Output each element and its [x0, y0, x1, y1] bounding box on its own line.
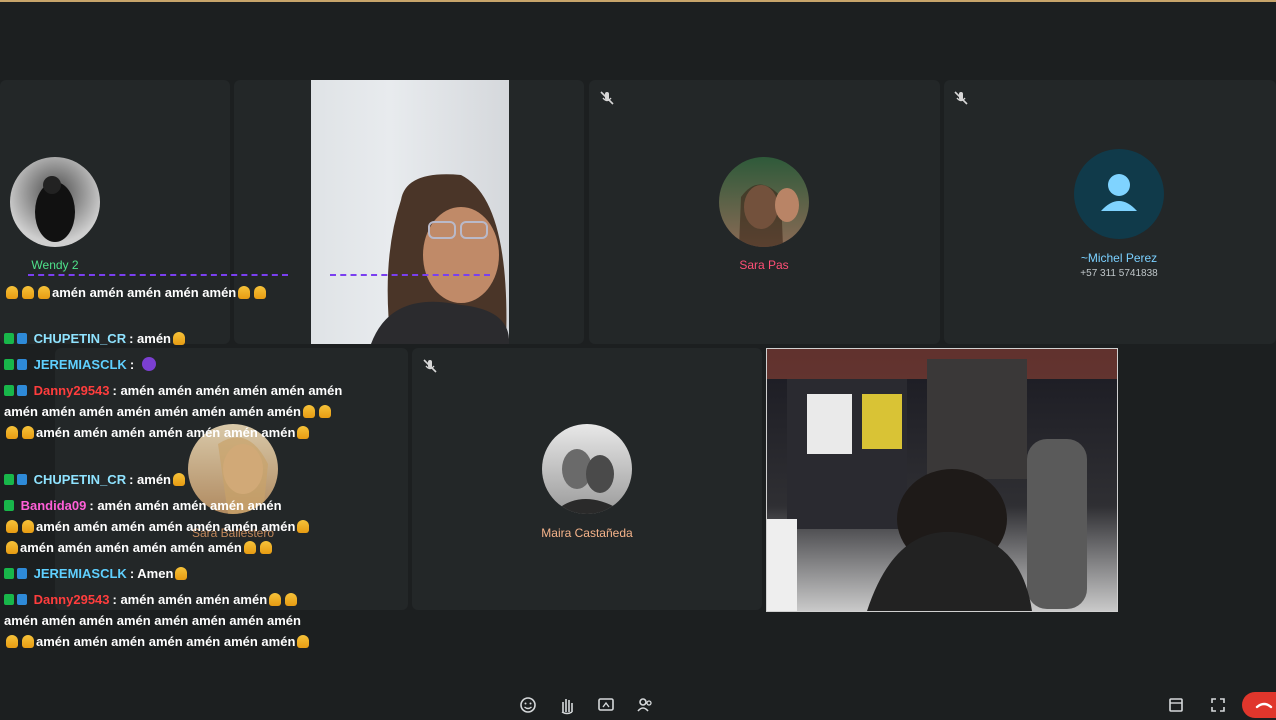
- moderator-badge-icon: [4, 359, 14, 370]
- purple-heart-emote-icon: [141, 357, 156, 371]
- self-video: [766, 348, 1118, 612]
- chat-username: Danny29543: [33, 383, 110, 398]
- moderator-badge-icon: [4, 333, 14, 344]
- chat-text: : amén: [129, 472, 171, 487]
- chat-text: :: [129, 357, 135, 372]
- chat-message: CHUPETIN_CR: amén: [4, 469, 529, 490]
- chat-text: : amén amén amén amén: [112, 592, 268, 607]
- verified-badge-icon: [17, 594, 27, 605]
- people-icon[interactable]: [635, 695, 655, 715]
- chat-text: amén amén amén amén amén amén amén amén: [4, 613, 301, 628]
- chat-username: CHUPETIN_CR: [33, 331, 127, 346]
- chat-text: amén amén amén amén amén amén amén: [36, 519, 296, 534]
- camera-video-woman: [311, 80, 509, 344]
- chat-message: Bandida09: amén amén amén amén amén amén…: [4, 495, 529, 558]
- chat-message: CHUPETIN_CR: amén: [4, 328, 529, 349]
- wendy-name: Wendy 2: [31, 258, 79, 272]
- moderator-badge-icon: [4, 568, 14, 579]
- chat-username: JEREMIASCLK: [33, 357, 127, 372]
- chat-text: amén amén amén amén amén amén amén: [36, 634, 296, 649]
- end-call-icon[interactable]: [1242, 692, 1276, 718]
- chat-text: : Amen: [129, 566, 174, 581]
- verified-badge-icon: [17, 474, 27, 485]
- michel-phone: +57 311 5741838: [1080, 268, 1158, 279]
- layout-icon[interactable]: [1166, 695, 1186, 715]
- chat-line: amén amén amén amén amén: [4, 282, 529, 303]
- chat-message: JEREMIASCLK: Amen: [4, 563, 529, 584]
- chat-separator: [330, 274, 490, 279]
- maira-name: Maira Castañeda: [541, 526, 633, 540]
- chat-username: CHUPETIN_CR: [33, 472, 127, 487]
- chat-separator: [28, 274, 288, 279]
- chat-username: Bandida09: [20, 498, 87, 513]
- share-screen-icon[interactable]: [596, 695, 616, 715]
- moderator-badge-icon: [4, 385, 14, 396]
- chat-username: Danny29543: [33, 592, 110, 607]
- verified-badge-icon: [17, 333, 27, 344]
- default-user-avatar-icon: [1074, 149, 1164, 239]
- emoji-icon[interactable]: [518, 695, 538, 715]
- chat-text: amén amén amén amén amén amén amén amén: [4, 404, 301, 419]
- verified-badge-icon: [17, 359, 27, 370]
- chat-text: : amén amén amén amén amén amén: [112, 383, 343, 398]
- chat-username: JEREMIASCLK: [33, 566, 127, 581]
- moderator-badge-icon: [4, 500, 14, 511]
- sara-pas-avatar: [719, 157, 809, 247]
- raise-hand-icon[interactable]: [557, 695, 577, 715]
- verified-badge-icon: [17, 568, 27, 579]
- muted-mic-icon: [954, 91, 968, 105]
- chat-text: : amén: [129, 331, 171, 346]
- window-top-border: [0, 0, 1276, 2]
- maira-avatar: [542, 424, 632, 514]
- muted-mic-icon: [600, 91, 614, 105]
- moderator-badge-icon: [4, 594, 14, 605]
- chat-message: Danny29543: amén amén amén amén amén amé…: [4, 380, 529, 443]
- chat-message: JEREMIASCLK:: [4, 354, 529, 375]
- chat-message: Danny29543: amén amén amén amén amén amé…: [4, 589, 529, 652]
- chat-text: amén amén amén amén amén amén amén: [36, 425, 296, 440]
- chat-text: : amén amén amén amén amén: [89, 498, 282, 513]
- michel-name: ~Michel Perez: [1080, 251, 1158, 265]
- sara-pas-name: Sara Pas: [739, 258, 789, 272]
- moderator-badge-icon: [4, 474, 14, 485]
- chat-text: amén amén amén amén amén: [52, 285, 237, 300]
- verified-badge-icon: [17, 385, 27, 396]
- wendy-avatar: [10, 157, 100, 247]
- chat-text: amén amén amén amén amén amén: [20, 540, 242, 555]
- fullscreen-icon[interactable]: [1208, 695, 1228, 715]
